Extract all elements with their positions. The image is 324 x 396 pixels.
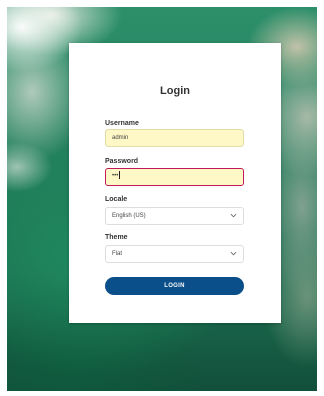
locale-selected-value: English (US) <box>112 213 146 219</box>
username-label: Username <box>105 120 139 127</box>
username-value: admin <box>112 135 129 141</box>
password-value: ••• <box>112 173 119 179</box>
locale-select[interactable]: English (US) <box>105 207 244 225</box>
theme-label: Theme <box>105 234 128 241</box>
theme-select[interactable]: Flat <box>105 245 244 263</box>
chevron-down-icon <box>230 251 237 256</box>
login-card: Login Username admin Password ••• Locale… <box>69 43 281 323</box>
locale-label: Locale <box>105 196 128 203</box>
login-button[interactable]: LOGIN <box>105 277 244 295</box>
login-screen: Login Username admin Password ••• Locale… <box>7 7 317 391</box>
text-caret <box>119 171 121 180</box>
theme-selected-value: Flat <box>112 251 123 257</box>
password-label: Password <box>105 158 139 165</box>
chevron-down-icon <box>230 213 237 218</box>
login-title: Login <box>160 85 190 97</box>
username-input[interactable]: admin <box>105 129 244 147</box>
password-input[interactable]: ••• <box>105 168 244 186</box>
